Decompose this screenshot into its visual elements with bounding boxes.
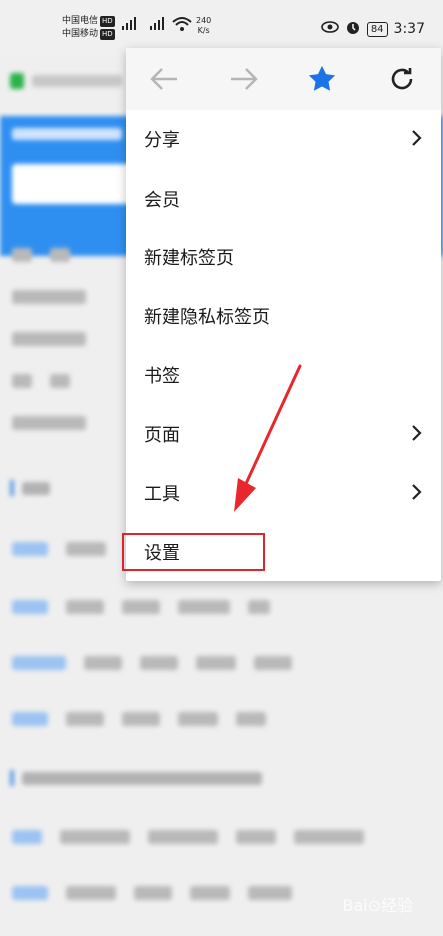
bookmark-star-icon[interactable] — [292, 48, 352, 110]
chevron-right-icon — [411, 483, 423, 505]
carrier-2: 中国移动 HD — [62, 29, 115, 40]
signal-icon-2 — [148, 16, 172, 35]
page-row — [12, 542, 106, 556]
page-row — [12, 248, 70, 262]
page-row — [12, 600, 270, 614]
menu-item-label: 分享 — [144, 130, 180, 151]
page-row — [12, 332, 86, 346]
menu-item-label: 会员 — [144, 190, 180, 211]
page-header-title — [12, 128, 122, 140]
back-arrow-icon[interactable] — [134, 48, 194, 110]
signal-icon — [120, 16, 150, 35]
alarm-icon — [345, 19, 361, 39]
network-speed: 240 K/s — [196, 16, 211, 36]
page-search-box[interactable] — [12, 164, 142, 204]
carrier-1: 中国电信 HD — [62, 16, 115, 27]
refresh-icon[interactable] — [372, 48, 432, 110]
hd-badge: HD — [100, 29, 115, 40]
chevron-right-icon — [411, 424, 423, 446]
speed-value: 240 — [196, 16, 212, 25]
url-text — [32, 75, 122, 87]
address-bar[interactable] — [10, 64, 130, 98]
eye-icon — [321, 21, 339, 37]
lock-icon — [10, 73, 24, 89]
speed-unit: K/s — [197, 26, 210, 35]
status-right: 84 3:37 — [321, 19, 425, 39]
watermark-logo-icon: Bai⊙经验 — [342, 896, 413, 915]
page-row — [12, 374, 70, 388]
page-row — [12, 656, 292, 670]
page-row — [12, 886, 292, 900]
chevron-right-icon — [411, 129, 423, 151]
menu-item-label: 页面 — [144, 425, 180, 446]
forward-arrow-icon[interactable] — [214, 48, 274, 110]
menu-item-label: 新建隐私标签页 — [144, 307, 270, 328]
page-row — [12, 830, 364, 844]
clock: 3:37 — [393, 21, 425, 37]
carrier-2-label: 中国移动 — [62, 29, 99, 39]
menu-item-label: 新建标签页 — [144, 248, 234, 269]
page-section — [10, 480, 50, 496]
menu-item-new-tab[interactable]: 新建标签页 — [126, 228, 441, 286]
page-section — [10, 770, 262, 786]
menu-item-label: 书签 — [144, 366, 180, 387]
hd-badge: HD — [100, 16, 115, 27]
page-row — [12, 712, 266, 726]
menu-item-member[interactable]: 会员 — [126, 170, 441, 228]
menu-toolbar — [126, 48, 441, 110]
menu-item-share[interactable]: 分享 — [126, 110, 441, 168]
settings-highlight-box — [122, 533, 265, 571]
menu-item-new-private-tab[interactable]: 新建隐私标签页 — [126, 287, 441, 345]
page-row — [12, 416, 86, 430]
wifi-icon — [172, 16, 192, 35]
menu-item-label: 工具 — [144, 484, 180, 505]
carrier-1-label: 中国电信 — [62, 16, 99, 26]
annotation-arrow-icon — [234, 364, 302, 512]
page-row — [12, 290, 86, 304]
battery-indicator: 84 — [366, 21, 388, 37]
